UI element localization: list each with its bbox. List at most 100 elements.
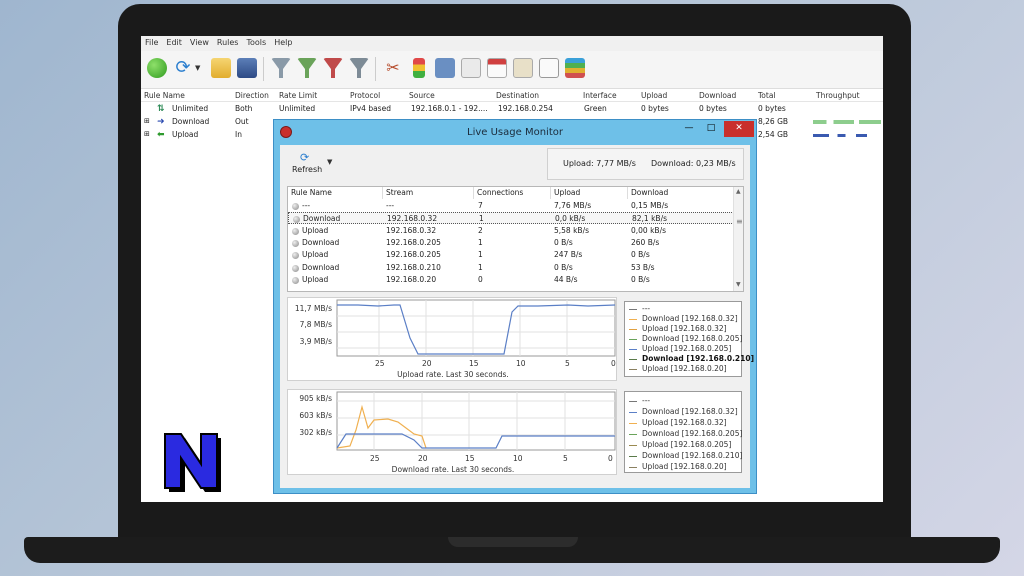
scroll-down-icon[interactable]: ▼	[736, 281, 741, 288]
stream-cell-stream: 192.168.0.32	[386, 225, 437, 235]
status-dot-icon	[292, 227, 299, 235]
col-protocol[interactable]: Protocol	[350, 91, 380, 100]
menu-file[interactable]: File	[141, 36, 162, 47]
dialog-titlebar[interactable]: Live Usage Monitor — □ ✕	[274, 120, 756, 144]
col-interface[interactable]: Interface	[583, 91, 617, 100]
stream-cell-upload: 44 B/s	[554, 274, 578, 284]
refresh-button[interactable]: ⟳ Refresh ▼	[286, 151, 336, 179]
status-dot-icon	[292, 264, 299, 272]
col-download[interactable]: Download	[628, 187, 734, 199]
stream-cell-download: 0 B/s	[631, 274, 650, 284]
row-interface: Green	[584, 104, 607, 113]
col-connections[interactable]: Connections	[474, 187, 551, 199]
stack-icon[interactable]	[565, 58, 585, 78]
download-rate: Download: 0,23 MB/s	[651, 159, 736, 168]
legend-item: ---	[629, 396, 650, 405]
menu-view[interactable]: View	[186, 36, 213, 47]
col-stream[interactable]: Stream	[383, 187, 474, 199]
col-rule-name[interactable]: Rule Name	[288, 187, 383, 199]
legend-item: Upload [192.168.0.32]	[629, 324, 727, 333]
x-tick: 20	[418, 454, 428, 463]
scrollbar[interactable]: ▲ ≡ ▼	[733, 187, 743, 291]
col-destination[interactable]: Destination	[496, 91, 539, 100]
tools-icon[interactable]: ✂	[383, 58, 403, 78]
col-source[interactable]: Source	[409, 91, 435, 100]
mail-icon[interactable]	[461, 58, 481, 78]
col-download[interactable]: Download	[699, 91, 736, 100]
save-icon[interactable]	[237, 58, 257, 78]
throughput-sparkline	[813, 120, 881, 124]
stream-row[interactable]: Upload 192.168.0.32 2 5,58 kB/s 0,00 kB/s	[288, 225, 734, 237]
stream-row[interactable]: Download 192.168.0.210 1 0 B/s 53 B/s	[288, 262, 734, 274]
document-icon[interactable]	[539, 58, 559, 78]
filter-remove-icon[interactable]	[323, 58, 343, 78]
legend-item: Download [192.168.0.32]	[629, 407, 738, 416]
menu-edit[interactable]: Edit	[162, 36, 186, 47]
menu-bar: File Edit View Rules Tools Help	[141, 36, 883, 51]
arrow-right-icon: ➜	[157, 117, 165, 127]
stream-list: Rule Name Stream Connections Upload Down…	[287, 186, 744, 292]
stream-row[interactable]: Upload 192.168.0.205 1 247 B/s 0 B/s	[288, 249, 734, 261]
download-graph-caption: Download rate. Last 30 seconds.	[391, 465, 515, 474]
legend-item: ---	[629, 304, 650, 313]
network-icon[interactable]	[435, 58, 455, 78]
row-direction: In	[235, 130, 242, 139]
legend-item: Upload [192.168.0.205]	[629, 344, 731, 353]
filter-edit-icon[interactable]	[297, 58, 317, 78]
status-dot-icon	[292, 203, 299, 210]
stream-cell-rule: Download	[302, 237, 340, 247]
chevron-down-icon[interactable]: ▼	[195, 58, 203, 78]
dialog-body: ⟳ Refresh ▼ Upload: 7,77 MB/s Download: …	[280, 145, 754, 488]
stream-row[interactable]: Upload 192.168.0.20 0 44 B/s 0 B/s	[288, 274, 734, 286]
table-row[interactable]: ⇅ Unlimited Both Unlimited IPv4 based 19…	[141, 103, 883, 115]
live-usage-monitor-dialog: Live Usage Monitor — □ ✕ ⟳ Refresh ▼ Upl…	[273, 119, 757, 494]
rates-summary: Upload: 7,77 MB/s Download: 0,23 MB/s	[547, 148, 744, 180]
col-upload[interactable]: Upload	[641, 91, 667, 100]
x-tick: 25	[370, 454, 380, 463]
expand-icon[interactable]: ⊞	[144, 130, 150, 138]
stream-cell-upload: 5,58 kB/s	[554, 225, 590, 235]
stream-cell-upload: 7,76 MB/s	[554, 201, 592, 210]
main-table-header: Rule Name Direction Rate Limit Protocol …	[141, 90, 883, 102]
scroll-up-icon[interactable]: ▲	[736, 188, 741, 195]
calendar-icon[interactable]	[487, 58, 507, 78]
filter-settings-icon[interactable]	[349, 58, 369, 78]
x-tick: 5	[563, 454, 568, 463]
col-rate-limit[interactable]: Rate Limit	[279, 91, 317, 100]
col-throughput[interactable]: Throughput	[816, 91, 860, 100]
stream-row[interactable]: --- --- 7 7,76 MB/s 0,15 MB/s	[288, 200, 734, 212]
menu-tools[interactable]: Tools	[242, 36, 270, 47]
close-button[interactable]: ✕	[724, 121, 754, 137]
upload-rate: Upload: 7,77 MB/s	[563, 159, 636, 168]
refresh-icon: ⟳	[300, 151, 310, 164]
status-dot-icon	[292, 239, 299, 247]
row-protocol: IPv4 based	[350, 104, 391, 113]
status-dot-icon	[293, 216, 300, 224]
stream-cell-download: 0 B/s	[631, 250, 650, 260]
scroll-thumb-icon[interactable]: ≡	[736, 217, 743, 226]
expand-icon[interactable]: ⊞	[144, 117, 150, 125]
start-icon[interactable]	[147, 58, 167, 78]
col-total[interactable]: Total	[758, 91, 776, 100]
minimize-button[interactable]: —	[678, 121, 700, 137]
toolbar-separator	[263, 57, 264, 81]
col-rule-name[interactable]: Rule Name	[144, 91, 185, 100]
col-direction[interactable]: Direction	[235, 91, 269, 100]
sync-icon[interactable]: ⟳	[173, 58, 193, 78]
x-tick: 5	[565, 359, 570, 368]
legend-item: Upload [192.168.0.20]	[629, 364, 727, 373]
menu-help[interactable]: Help	[270, 36, 296, 47]
laptop-notch	[448, 537, 578, 547]
menu-rules[interactable]: Rules	[213, 36, 243, 47]
traffic-light-icon[interactable]	[413, 58, 425, 78]
filter-add-icon[interactable]	[271, 58, 291, 78]
report-icon[interactable]	[513, 58, 533, 78]
stream-cell-connections: 1	[478, 237, 483, 247]
maximize-button[interactable]: □	[700, 121, 722, 137]
stream-row[interactable]: Download 192.168.0.205 1 0 B/s 260 B/s	[288, 237, 734, 249]
x-tick: 15	[465, 454, 475, 463]
folder-icon[interactable]	[211, 58, 231, 78]
chevron-down-icon[interactable]: ▼	[327, 158, 332, 166]
stream-row[interactable]: Download 192.168.0.32 1 0,0 kB/s 82,1 kB/s	[288, 212, 734, 225]
col-upload[interactable]: Upload	[551, 187, 628, 199]
